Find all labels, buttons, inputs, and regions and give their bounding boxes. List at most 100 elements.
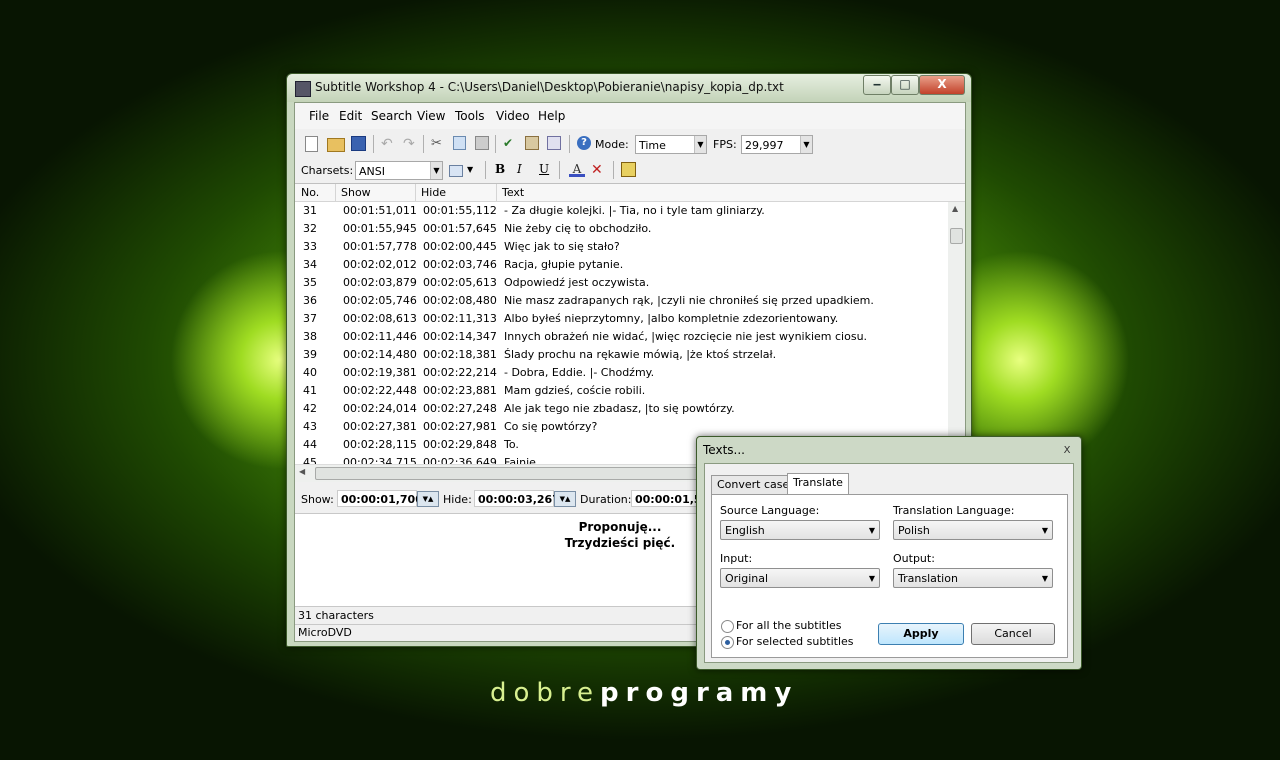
table-row[interactable]: 31 00:01:51,011 00:01:55,112 - Za długie ko… [295,202,945,220]
spell-check-icon[interactable]: ✔ [503,136,519,152]
help-icon[interactable]: ? [577,136,591,150]
cell-show: 00:02:11,446 [343,330,417,343]
scroll-up-icon[interactable]: ▲ [952,204,958,213]
radio-selected-subtitles[interactable] [721,636,734,649]
table-row[interactable]: 37 00:02:08,613 00:02:11,313 Albo byłeś nie… [295,310,945,328]
scrollbar-thumb[interactable] [950,228,963,244]
cell-no: 34 [303,258,317,271]
tab-convert-case[interactable]: Convert case [711,475,796,494]
menu-view[interactable]: View [417,109,445,123]
minimize-button[interactable]: ‒ [863,75,891,95]
show-time-input[interactable]: 00:00:01,700 [337,490,423,507]
table-row[interactable]: 43 00:02:27,381 00:02:27,981 Co się powtórz… [295,418,945,436]
fps-select[interactable]: 29,997 ▼ [741,135,813,154]
book-icon[interactable] [449,165,463,177]
remove-tags-icon[interactable]: ✕ [591,162,607,178]
charset-select[interactable]: ANSI ▼ [355,161,443,180]
cell-show: 00:02:08,613 [343,312,417,325]
chevron-down-icon[interactable]: ▼ [467,165,473,174]
cell-text: Albo byłeś nieprzytomny, |albo kompletni… [504,312,839,325]
new-file-icon[interactable] [305,136,318,152]
toolbar-separator [373,135,374,153]
effects-icon[interactable] [621,162,636,177]
cell-hide: 00:02:11,313 [423,312,497,325]
toolbar-separator [423,135,424,153]
input-select[interactable]: Original ▼ [720,568,880,588]
table-row[interactable]: 39 00:02:14,480 00:02:18,381 Ślady prochu n… [295,346,945,364]
dialog-close-button[interactable]: X [1059,445,1075,457]
chevron-down-icon: ▼ [800,136,812,153]
app-icon [295,81,311,97]
dialog-title: Texts... [703,443,745,457]
menu-edit[interactable]: Edit [339,109,362,123]
column-no[interactable]: No. [301,186,319,199]
table-row[interactable]: 36 00:02:05,746 00:02:08,480 Nie masz zadra… [295,292,945,310]
menu-search[interactable]: Search [371,109,412,123]
table-row[interactable]: 40 00:02:19,381 00:02:22,214 - Dobra, Eddie… [295,364,945,382]
table-row[interactable]: 34 00:02:02,012 00:02:03,746 Racja, głupie … [295,256,945,274]
cell-show: 00:02:22,448 [343,384,417,397]
cell-text: - Dobra, Eddie. |- Chodźmy. [504,366,655,379]
tab-translate[interactable]: Translate [787,473,849,494]
menu-bar: File Edit Search View Tools Video Help [295,103,965,129]
radio-selected-label[interactable]: For selected subtitles [736,635,854,648]
cut-icon[interactable]: ✂ [431,136,447,152]
show-time-spinner[interactable]: ▼▲ [417,491,439,507]
scroll-left-icon[interactable]: ◀ [299,467,305,476]
grid-header: No. Show Hide Text [295,184,965,202]
cell-no: 41 [303,384,317,397]
table-row[interactable]: 42 00:02:24,014 00:02:27,248 Ale jak tego n… [295,400,945,418]
cell-hide: 00:02:08,480 [423,294,497,307]
column-hide[interactable]: Hide [421,186,446,199]
brand-logo: dobreprogramy [490,678,798,708]
translation-language-select[interactable]: Polish ▼ [893,520,1053,540]
copy-icon[interactable] [453,136,466,150]
italic-button[interactable]: I [517,162,533,178]
save-icon[interactable] [351,136,366,151]
cell-hide: 00:01:57,645 [423,222,497,235]
table-row[interactable]: 41 00:02:22,448 00:02:23,881 Mam gdzieś, co… [295,382,945,400]
undo-icon[interactable]: ↶ [381,136,397,152]
hide-time-input[interactable]: 00:00:03,267 [474,490,560,507]
cell-show: 00:02:14,480 [343,348,417,361]
translation-language-label: Translation Language: [893,504,1015,517]
column-show[interactable]: Show [341,186,371,199]
bold-button[interactable]: B [495,162,511,178]
table-row[interactable]: 35 00:02:03,879 00:02:05,613 Odpowiedź jest… [295,274,945,292]
info-icon[interactable] [547,136,561,150]
underline-button[interactable]: U [539,162,555,178]
radio-all-label[interactable]: For all the subtitles [736,619,842,632]
apply-button[interactable]: Apply [878,623,964,645]
menu-file[interactable]: File [309,109,329,123]
cell-no: 43 [303,420,317,433]
column-text[interactable]: Text [502,186,524,199]
table-row[interactable]: 38 00:02:11,446 00:02:14,347 Innych obrażeń… [295,328,945,346]
cancel-button[interactable]: Cancel [971,623,1055,645]
font-color-button[interactable]: A [569,162,585,177]
menu-tools[interactable]: Tools [455,109,485,123]
source-language-select[interactable]: English ▼ [720,520,880,540]
redo-icon[interactable]: ↷ [403,136,419,152]
hide-time-spinner[interactable]: ▼▲ [554,491,576,507]
duration-input[interactable]: 00:00:01,56 [631,490,709,507]
radio-all-subtitles[interactable] [721,620,734,633]
table-row[interactable]: 32 00:01:55,945 00:01:57,645 Nie żeby cię t… [295,220,945,238]
hide-label: Hide: [443,493,472,506]
menu-video[interactable]: Video [496,109,530,123]
close-button[interactable]: X [919,75,965,95]
mode-select[interactable]: Time ▼ [635,135,707,154]
cell-hide: 00:02:03,746 [423,258,497,271]
cell-show: 00:02:28,115 [343,438,417,451]
table-row[interactable]: 33 00:01:57,778 00:02:00,445 Więc jak to si… [295,238,945,256]
vertical-scrollbar[interactable]: ▲ [948,202,965,462]
tools-icon[interactable] [525,136,539,150]
cell-hide: 00:02:27,248 [423,402,497,415]
menu-help[interactable]: Help [538,109,565,123]
open-folder-icon[interactable] [327,138,345,152]
maximize-button[interactable]: □ [891,75,919,95]
title-bar[interactable]: Subtitle Workshop 4 - C:\Users\Daniel\De… [287,74,971,102]
texts-dialog: Texts... X Convert case Translate Source… [696,436,1082,670]
paste-icon[interactable] [475,136,489,150]
cell-hide: 00:02:27,981 [423,420,497,433]
output-select[interactable]: Translation ▼ [893,568,1053,588]
